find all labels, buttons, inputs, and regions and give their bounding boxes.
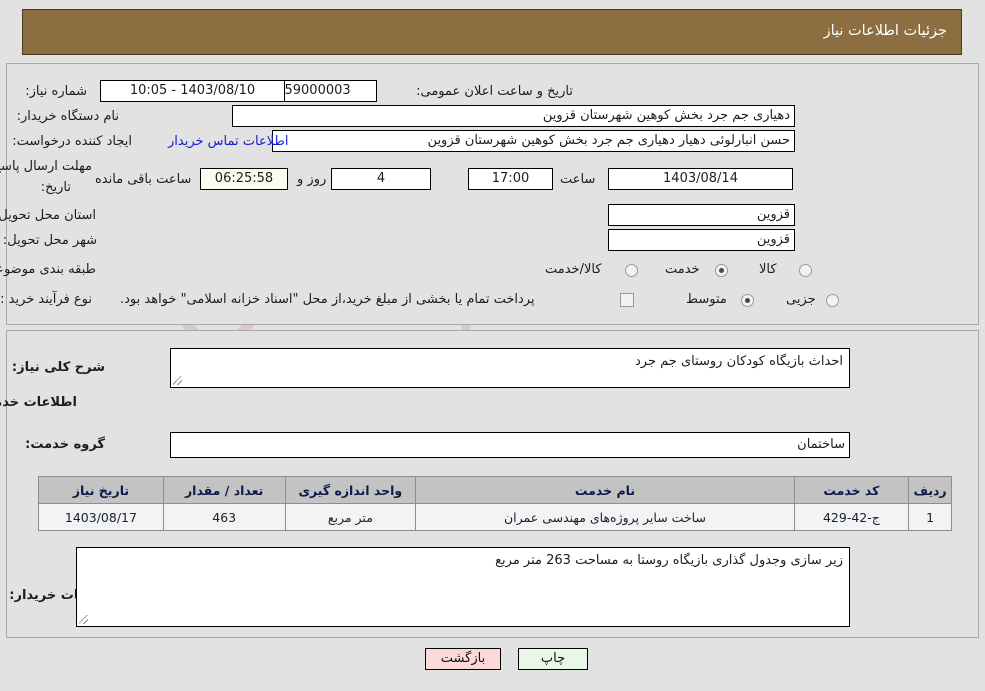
city-value: قزوین [608,229,795,251]
col-radif: ردیف [908,476,952,504]
page-root: AriaTender.net جزئیات اطلاعات نیاز شماره… [0,0,985,691]
requester-value: حسن انبارلوئی دهیار دهیاری جم جرد بخش کو… [272,130,795,152]
cell-date: 1403/08/17 [38,503,164,531]
col-quantity: تعداد / مقدار [162,476,286,504]
services-table: ردیف کد خدمت نام خدمت واحد اندازه گیری ت… [38,476,952,531]
radio-category-khedmat[interactable] [715,264,728,277]
radio-category-khedmat-label: خدمت [665,262,700,277]
need-number-label: شماره نیاز: [25,84,87,99]
description-label: شرح کلی نیاز: [11,360,105,375]
radio-category-kala-label: کالا [759,262,777,277]
cell-code: ج-42-429 [793,503,910,531]
treasury-bond-note: پرداخت تمام یا بخشی از مبلغ خرید،از محل … [120,292,535,307]
days-label: روز و [297,172,327,187]
service-section-title: اطلاعات خدمات مورد نیاز [0,395,77,410]
page-header: جزئیات اطلاعات نیاز [22,9,962,55]
treasury-bond-checkbox[interactable] [620,293,634,307]
province-label: استان محل تحویل: [0,208,96,223]
city-label: شهر محل تحویل: [2,233,97,248]
deadline-date-value: 1403/08/14 [608,168,793,190]
deadline-label-line1: مهلت ارسال پاسخ: تا [0,159,92,174]
cell-name: ساخت سایر پروژه‌های مهندسی عمران [415,503,795,531]
radio-category-kala[interactable] [799,264,812,277]
buyer-notes-textarea[interactable]: زیر سازی وجدول گذاری بازیگاه روستا به مس… [76,547,850,627]
radio-process-jozyi-label: جزیی [786,292,816,307]
cell-radif: 1 [908,503,952,531]
radio-process-motavaset[interactable] [741,294,754,307]
buyer-org-label: نام دستگاه خریدار: [16,109,119,124]
hour-label: ساعت [560,172,596,187]
page-title: جزئیات اطلاعات نیاز [823,23,947,39]
table-row: 1 ج-42-429 ساخت سایر پروژه‌های مهندسی عم… [38,503,952,531]
announce-datetime-label: تاریخ و ساعت اعلان عمومی: [416,84,573,99]
col-code: کد خدمت [793,476,910,504]
cell-unit: متر مربع [284,503,417,531]
radio-process-motavaset-label: متوسط [686,292,727,307]
announce-datetime-value: 1403/08/10 - 10:05 [100,80,285,102]
service-group-value: ساختمان [170,432,850,458]
table-header-row: ردیف کد خدمت نام خدمت واحد اندازه گیری ت… [38,476,952,504]
countdown-label: ساعت باقی مانده [95,172,192,187]
description-textarea[interactable]: احداث بازیگاه کودکان روستای جم جرد [170,348,850,388]
cell-quantity: 463 [162,503,286,531]
print-button[interactable]: چاپ [518,648,588,670]
need-info-panel [6,63,979,325]
radio-process-jozyi[interactable] [826,294,839,307]
deadline-time-value: 17:00 [468,168,553,190]
process-label: نوع فرآیند خرید : [0,292,92,307]
col-date: تاریخ نیاز [38,476,164,504]
category-label: طبقه بندی موضوعی: [0,262,96,277]
radio-category-kala-khedmat-label: کالا/خدمت [545,262,602,277]
col-unit: واحد اندازه گیری [284,476,417,504]
deadline-label-line2: تاریخ: [40,180,71,195]
back-button[interactable]: بازگشت [425,648,501,670]
days-remaining-value: 4 [331,168,431,190]
province-value: قزوین [608,204,795,226]
requester-label: ایجاد کننده درخواست: [12,134,132,149]
col-name: نام خدمت [415,476,795,504]
service-group-label: گروه خدمت: [25,437,105,452]
buyer-org-value: دهیاری جم جرد بخش کوهین شهرستان قزوین [232,105,795,127]
buyer-contact-link[interactable]: اطلاعات تماس خریدار [168,134,288,149]
countdown-value: 06:25:58 [200,168,288,190]
radio-category-kala-khedmat[interactable] [625,264,638,277]
